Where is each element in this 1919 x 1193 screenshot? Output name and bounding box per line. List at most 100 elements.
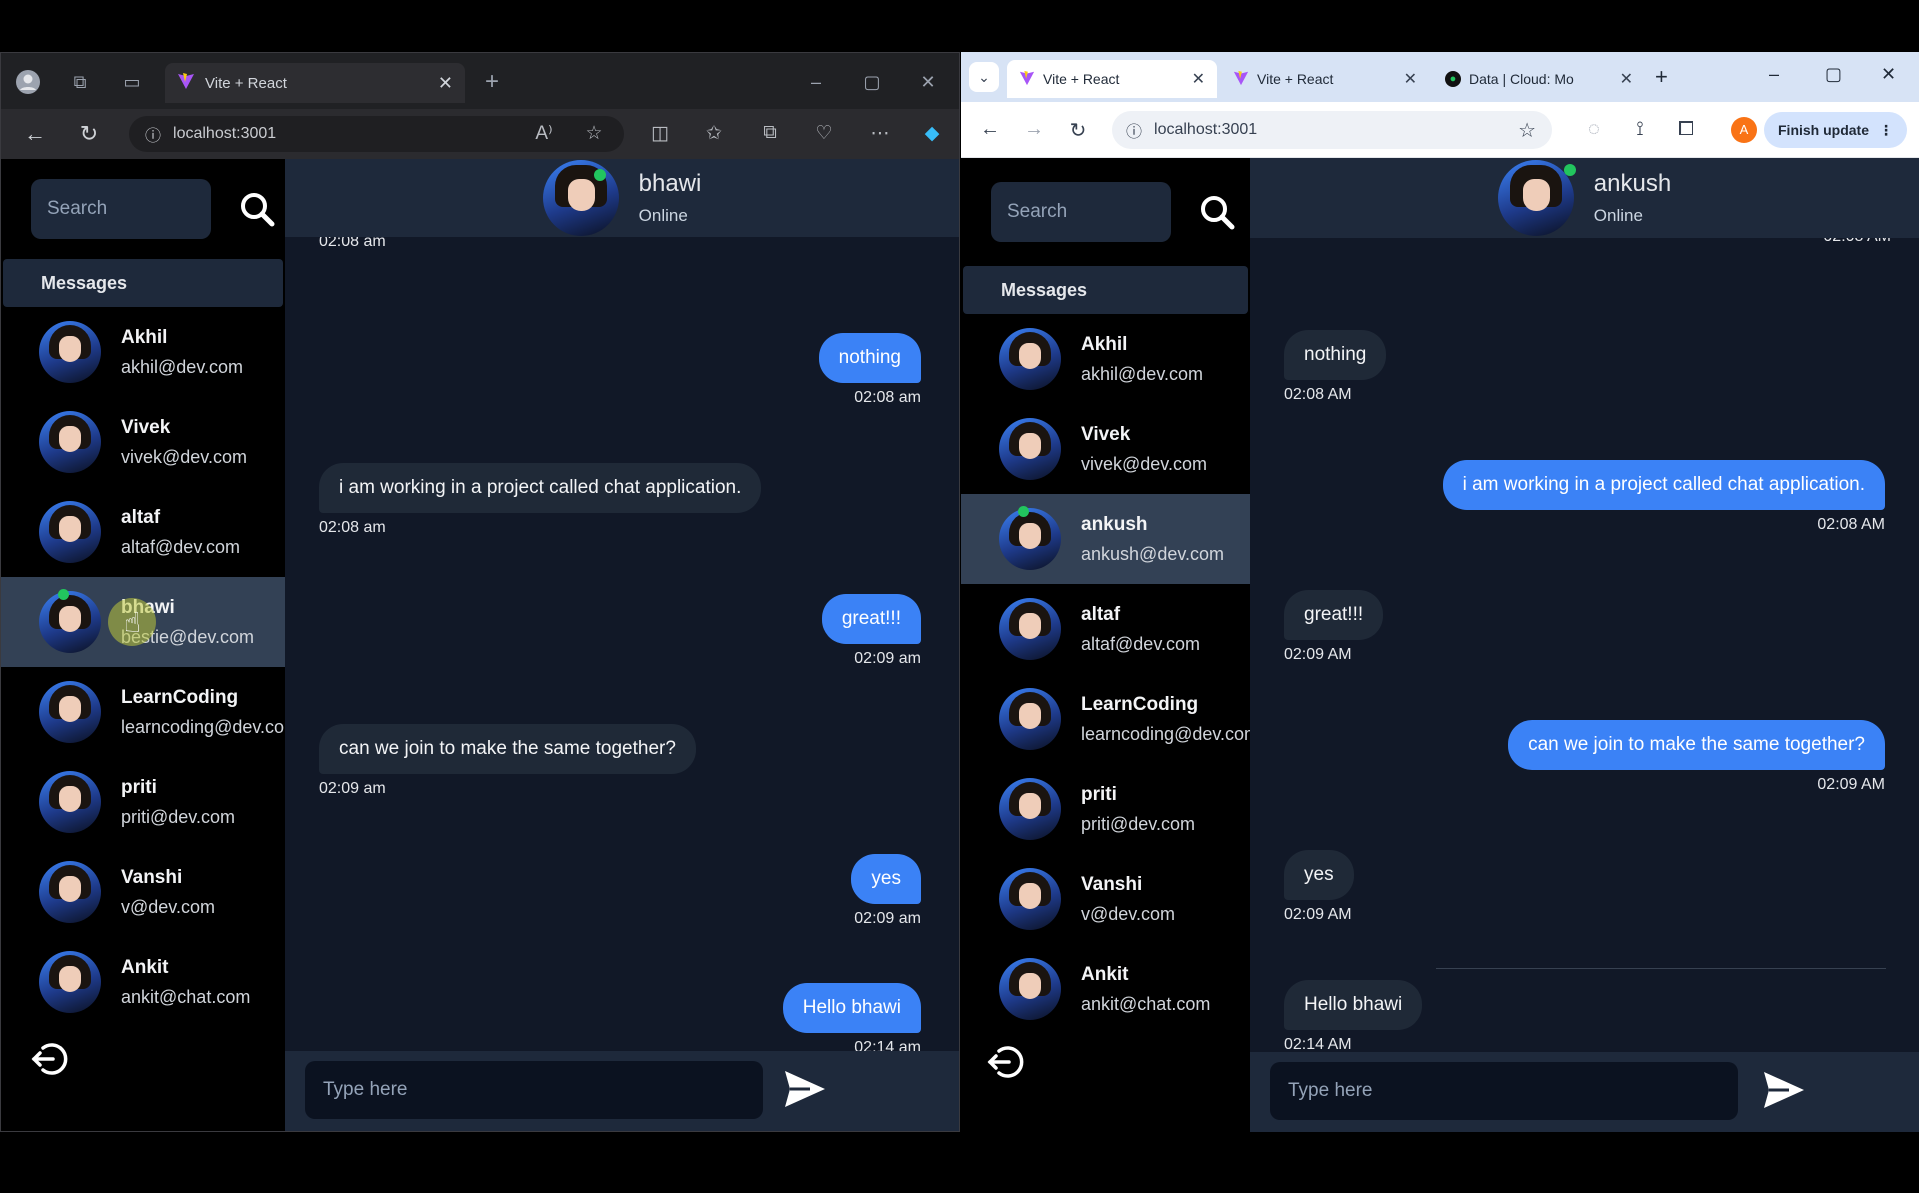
workspaces-icon[interactable]: ⧉ xyxy=(67,69,93,95)
back-icon[interactable]: ← xyxy=(977,118,1003,141)
contact-item[interactable]: altaf altaf@dev.com xyxy=(961,584,1250,674)
contact-item[interactable]: LearnCoding learncoding@dev.com xyxy=(961,674,1259,764)
contact-item[interactable]: Vivek vivek@dev.com xyxy=(1,397,285,487)
vite-icon xyxy=(1019,70,1035,89)
message-bubble: yes xyxy=(1284,850,1354,900)
maximize-icon[interactable]: ▢ xyxy=(1825,64,1842,85)
contact-email: vivek@dev.com xyxy=(121,446,247,467)
send-icon[interactable] xyxy=(783,1069,827,1109)
logout-icon[interactable] xyxy=(29,1039,69,1079)
search-icon[interactable] xyxy=(1197,192,1237,232)
reload-icon[interactable]: ↻ xyxy=(1065,118,1091,143)
message-bubble: great!!! xyxy=(821,594,921,644)
new-tab-icon[interactable]: + xyxy=(479,69,505,95)
contact-item[interactable]: Vanshi v@dev.com xyxy=(961,854,1250,944)
minimize-icon[interactable]: – xyxy=(803,69,829,95)
hand-cursor-icon: ☝ xyxy=(124,607,142,638)
message-time: 02:09 AM xyxy=(1817,776,1885,793)
bookmark-star-icon[interactable]: ☆ xyxy=(1518,118,1536,143)
message-time: 02:08 AM xyxy=(1284,386,1352,403)
contact-email: vivek@dev.com xyxy=(1081,453,1207,474)
contact-item[interactable]: Ankit ankit@chat.com xyxy=(1,937,285,1027)
contact-avatar xyxy=(999,958,1061,1020)
message-input[interactable]: Type here xyxy=(1270,1062,1738,1120)
new-tab-icon[interactable]: + xyxy=(1655,64,1668,90)
copilot-icon[interactable]: ◆ xyxy=(919,122,945,145)
contact-name: priti xyxy=(1081,783,1117,805)
tab-mongodb[interactable]: ● Data | Cloud: Mo ✕ xyxy=(1433,60,1645,98)
contact-item[interactable]: priti priti@dev.com xyxy=(961,764,1250,854)
contact-text: Ankit ankit@chat.com xyxy=(1081,964,1210,1015)
url-field[interactable]: ⓘ localhost:3001 ☆ xyxy=(1112,111,1552,149)
sidebar: Search Messages Akhil akhil@dev.com Vivek v… xyxy=(961,158,1259,1132)
extension-icon[interactable]: ◌ xyxy=(1581,118,1607,141)
split-screen-icon[interactable]: ◫ xyxy=(647,122,673,145)
contact-name: Vanshi xyxy=(1081,873,1143,895)
maximize-icon[interactable]: ▢ xyxy=(859,69,885,95)
contact-item[interactable]: ankush ankush@dev.com xyxy=(961,494,1250,584)
forward-icon[interactable]: → xyxy=(1021,118,1047,141)
contact-item[interactable]: Ankit ankit@chat.com xyxy=(961,944,1250,1034)
contact-item[interactable]: Akhil akhil@dev.com xyxy=(1,307,285,397)
extensions-puzzle-icon[interactable]: ⧠ xyxy=(1673,118,1699,141)
close-tab-icon[interactable]: ✕ xyxy=(1192,69,1205,89)
contact-avatar xyxy=(39,951,101,1013)
profile-icon[interactable] xyxy=(15,69,41,95)
tab-vite-react-1[interactable]: Vite + React ✕ xyxy=(1007,60,1217,98)
browser-essentials-icon[interactable]: ♡ xyxy=(811,122,837,145)
contact-avatar xyxy=(39,321,101,383)
favorite-star-icon[interactable]: ☆ xyxy=(581,122,607,145)
tab-search-icon[interactable]: ⌄ xyxy=(969,62,999,92)
contact-text: altaf altaf@dev.com xyxy=(1081,604,1200,655)
close-tab-icon[interactable]: ✕ xyxy=(1404,69,1417,89)
tab-vite-react-2[interactable]: Vite + React ✕ xyxy=(1221,60,1429,98)
close-tab-icon[interactable]: ✕ xyxy=(1620,69,1633,89)
vite-icon xyxy=(1233,70,1249,89)
search-input[interactable]: Search xyxy=(31,179,211,239)
finish-update-button[interactable]: Finish update ⋮ xyxy=(1764,112,1907,148)
contact-item[interactable]: altaf altaf@dev.com xyxy=(1,487,285,577)
close-window-icon[interactable]: ✕ xyxy=(1881,64,1896,85)
contact-text: Vanshi v@dev.com xyxy=(121,867,215,918)
contact-item[interactable]: Vivek vivek@dev.com xyxy=(961,404,1250,494)
contact-name: LearnCoding xyxy=(121,686,239,708)
tab-actions-icon[interactable]: ▭ xyxy=(119,69,145,95)
search-icon[interactable] xyxy=(237,189,277,229)
favorites-icon[interactable]: ✩ xyxy=(701,122,727,145)
read-aloud-icon[interactable]: A⁾ xyxy=(531,122,557,145)
message-time: 02:09 am xyxy=(319,780,386,797)
close-tab-icon[interactable]: ✕ xyxy=(438,73,453,94)
search-input[interactable]: Search xyxy=(991,182,1171,242)
contact-avatar xyxy=(999,508,1061,570)
message-time: 02:09 am xyxy=(854,650,921,667)
chat-user-status: Online xyxy=(1593,206,1643,225)
contact-email: ankush@dev.com xyxy=(1081,543,1225,564)
contact-text: Vivek vivek@dev.com xyxy=(1081,424,1207,475)
profile-avatar[interactable]: A xyxy=(1731,117,1757,143)
tab-title: Vite + React xyxy=(1043,71,1120,87)
cast-icon[interactable]: ⟟ xyxy=(1627,118,1653,141)
contact-item[interactable]: LearnCoding learncoding@dev.com xyxy=(1,667,299,757)
contact-name: Vivek xyxy=(1081,423,1131,445)
more-options-icon[interactable]: ⋯ xyxy=(867,122,893,145)
tab-vite-react[interactable]: Vite + React ✕ xyxy=(165,63,465,103)
reload-icon[interactable]: ↻ xyxy=(75,121,103,147)
message-bubble: nothing xyxy=(1284,330,1387,380)
close-window-icon[interactable]: ✕ xyxy=(915,69,941,95)
message-time: 02:09 am xyxy=(854,910,921,927)
contact-name: altaf xyxy=(1081,603,1121,625)
contact-avatar xyxy=(39,411,101,473)
message-input[interactable]: Type here xyxy=(305,1061,763,1119)
composer: Type here xyxy=(285,1051,959,1131)
contact-item[interactable]: Vanshi v@dev.com xyxy=(1,847,285,937)
logout-icon[interactable] xyxy=(985,1042,1025,1082)
contact-item[interactable]: Akhil akhil@dev.com xyxy=(961,314,1250,404)
collections-icon[interactable]: ⧉ xyxy=(757,122,783,144)
back-icon[interactable]: ← xyxy=(21,121,49,147)
contact-avatar xyxy=(999,688,1061,750)
contact-item[interactable]: priti priti@dev.com xyxy=(1,757,285,847)
minimize-icon[interactable]: – xyxy=(1769,64,1779,85)
contact-text: LearnCoding learncoding@dev.com xyxy=(121,687,299,738)
send-icon[interactable] xyxy=(1762,1070,1806,1110)
url-text: localhost:3001 xyxy=(173,125,277,142)
